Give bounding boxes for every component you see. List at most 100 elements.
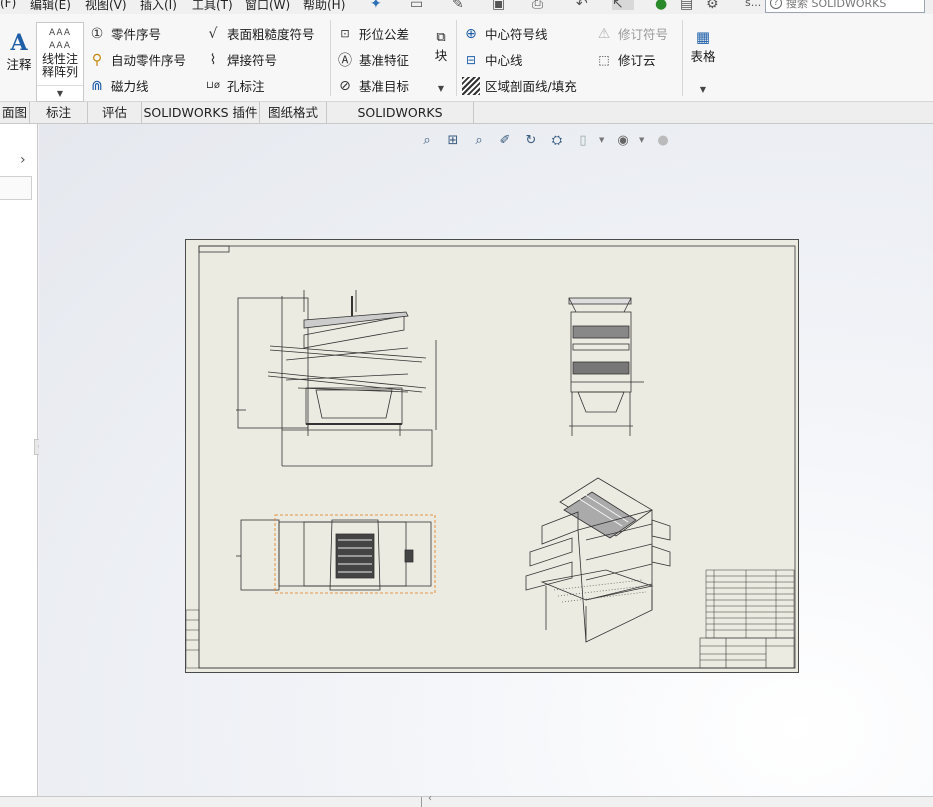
centerline-button[interactable]: ⊟ 中心线 [462,50,523,69]
help-icon: ? [770,0,782,9]
revision-symbol-button[interactable]: ⚠ 修订符号 [595,24,668,43]
tab-sheet-format[interactable]: 图纸格式 [260,102,327,124]
display-style-icon[interactable]: ▯ [573,131,593,149]
weld-symbol-button[interactable]: ⌇ 焊接符号 [204,50,277,69]
undo-icon[interactable]: ↶ [576,0,588,12]
pin-icon[interactable]: ✦ [370,0,382,12]
search-placeholder: 搜索 SOLIDWORKS [786,0,887,10]
datum-feature-icon: Ⓐ [338,52,352,69]
revision-triangle-icon: ⚠ [597,25,611,42]
tab-view-layout[interactable]: 面图 [0,102,30,124]
more-icon[interactable]: s... [745,0,761,10]
table-button[interactable]: ▦ 表格 ▼ [686,28,720,94]
menu-edit[interactable]: 编辑(E) [30,0,71,13]
geometric-tolerance-button[interactable]: ⊡ 形位公差 [336,24,409,43]
view-settings-icon[interactable]: ⛭ [547,131,567,149]
new-doc-icon[interactable]: ▭ [410,0,423,12]
datum-feature-label: 基准特征 [359,53,410,68]
revision-cloud-label: 修订云 [618,53,656,68]
revision-cloud-button[interactable]: ⬚ 修订云 [595,50,656,69]
search-input[interactable]: ? 搜索 SOLIDWORKS [765,0,925,13]
menu-window[interactable]: 窗口(W) [245,0,290,13]
block-label: 块 [434,48,448,63]
chevron-right-icon[interactable]: › [20,152,26,168]
open-icon[interactable]: ✎ [452,0,464,12]
menu-help[interactable]: 帮助(H) [303,0,345,13]
roughness-icon: √ [208,25,218,42]
note-label: 注释 [6,57,32,72]
print-icon[interactable]: ⎙ [532,0,543,12]
panel-filter-box[interactable] [0,176,32,200]
tab-annotation[interactable]: 标注 [30,102,88,124]
tab-solidworks-inspection[interactable]: SOLIDWORKS Inspection [327,102,474,142]
zoom-to-fit-icon[interactable]: ⌕ [417,131,437,149]
chevron-down-icon[interactable]: ▼ [686,85,720,94]
auto-part-number-button[interactable]: ⚲ 自动零件序号 [88,50,186,69]
revision-symbol-label: 修订符号 [618,27,669,42]
chevron-down-icon[interactable]: ▼ [599,136,607,144]
file-properties-icon[interactable]: ▤ [680,0,693,12]
chevron-down-icon[interactable]: ▼ [639,136,647,144]
status-bar: ‹ [0,793,933,807]
ribbon-separator [456,20,457,96]
balloon-icon: ① [90,25,104,42]
center-mark-button[interactable]: ⊕ 中心符号线 [462,24,548,43]
datum-feature-button[interactable]: Ⓐ 基准特征 [336,50,409,69]
rotate-icon[interactable]: ↻ [521,131,541,149]
magnetic-line-button[interactable]: ⋒ 磁力线 [88,76,148,95]
command-manager-tabs: 面图 标注 评估 SOLIDWORKS 插件 图纸格式 SOLIDWORKS I… [0,102,933,142]
geometric-tolerance-label: 形位公差 [359,27,410,42]
menu-view[interactable]: 视图(V) [85,0,127,13]
surface-roughness-button[interactable]: √ 表面粗糙度符号 [204,24,315,43]
area-hatch-button[interactable]: 区域剖面线/填充 [462,76,577,95]
sheet-inner-border [198,245,796,669]
hole-callout-icon: ⊔ø [206,80,220,91]
zoom-previous-icon[interactable]: ⌕ [469,131,489,149]
hide-show-icon[interactable]: ◉ [613,131,633,149]
linear-array-icon: AAA AAA [49,28,71,51]
status-divider [421,797,422,807]
area-hatch-label: 区域剖面线/填充 [485,79,577,94]
table-icon: ▦ [695,28,711,46]
feature-manager-panel: › ◦ [0,124,44,796]
menu-file[interactable]: (F) [0,0,16,10]
datum-target-label: 基准目标 [359,79,410,94]
table-label: 表格 [690,49,716,64]
note-icon: A [10,30,28,56]
drawing-sheet[interactable] [185,239,799,673]
graphics-area[interactable]: ⌕ ⊞ ⌕ ✐ ↻ ⛭ ▯ ▼ ◉ ▼ ● [39,124,933,796]
scroll-left-icon[interactable]: ‹ [428,793,432,804]
heads-up-toolbar: ⌕ ⊞ ⌕ ✐ ↻ ⛭ ▯ ▼ ◉ ▼ ● [417,130,673,150]
side-view [568,297,644,436]
sheet-graphics [186,245,796,669]
zoom-to-area-icon[interactable]: ⊞ [443,131,463,149]
auto-balloon-icon: ⚲ [91,51,103,68]
section-view-icon[interactable]: ✐ [495,131,515,149]
menu-tools[interactable]: 工具(T) [192,0,233,13]
gear-icon[interactable]: ⚙ [706,0,719,12]
datum-target-button[interactable]: ⊘ 基准目标 [336,76,409,95]
hatch-icon [462,76,480,95]
hole-callout-button[interactable]: ⊔ø 孔标注 [204,76,264,95]
part-number-button[interactable]: ① 零件序号 [88,24,161,43]
title-block [699,637,795,669]
tab-solidworks-addins[interactable]: SOLIDWORKS 插件 [142,102,260,124]
save-icon[interactable]: ▣ [492,0,505,12]
block-button[interactable]: ⧉ 块 ▼ [430,30,452,93]
tab-evaluate[interactable]: 评估 [88,102,142,124]
linear-note-array-button[interactable]: AAA AAA 线性注释阵列 ▼ [36,22,84,102]
chevron-down-icon[interactable]: ▼ [430,84,452,93]
center-mark-label: 中心符号线 [485,27,548,42]
auto-part-number-label: 自动零件序号 [111,53,187,68]
isometric-view [525,477,671,643]
note-button[interactable]: A 注释 [4,32,34,73]
part-number-label: 零件序号 [111,27,162,42]
chevron-down-icon[interactable]: ▼ [37,85,83,101]
appearance-icon[interactable]: ● [653,131,673,149]
magnet-icon: ⋒ [91,77,103,94]
menu-insert[interactable]: 插入(I) [140,0,177,13]
traffic-light-icon[interactable]: ● [655,0,667,12]
select-icon[interactable]: ↖ [612,0,634,12]
ribbon-separator [682,20,683,96]
centerline-label: 中心线 [485,53,523,68]
